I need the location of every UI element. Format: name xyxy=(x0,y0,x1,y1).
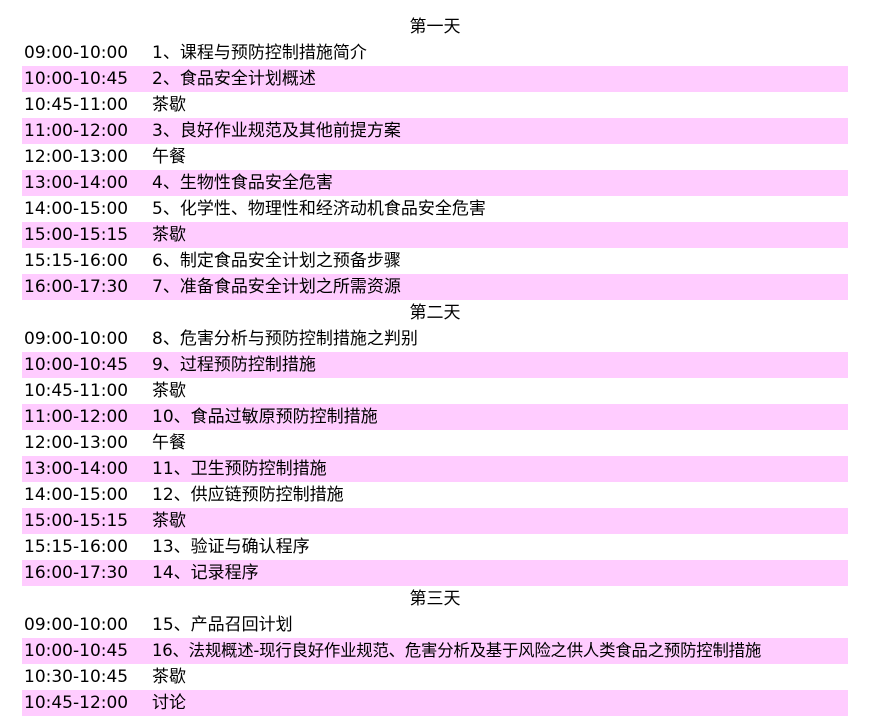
schedule-row: 13:00-14:00 4、生物性食品安全危害 xyxy=(22,170,848,196)
time-slot: 10:00-10:45 xyxy=(24,641,129,661)
session-topic: 13、验证与确认程序 xyxy=(152,537,310,557)
schedule-row: 13:00-14:00 11、卫生预防控制措施 xyxy=(22,456,848,482)
schedule-row: 10:00-10:45 9、过程预防控制措施 xyxy=(22,352,848,378)
schedule-row: 14:00-15:00 12、供应链预防控制措施 xyxy=(22,482,848,508)
schedule-row: 15:15-16:00 6、制定食品安全计划之预备步骤 xyxy=(22,248,848,274)
session-topic: 15、产品召回计划 xyxy=(152,615,293,635)
time-slot: 10:30-10:45 xyxy=(24,667,129,687)
schedule-row: 10:45-11:00 茶歇 xyxy=(22,92,848,118)
time-slot: 15:00-15:15 xyxy=(24,511,129,531)
schedule-row: 15:00-15:15 茶歇 xyxy=(22,222,848,248)
time-slot: 15:15-16:00 xyxy=(24,251,129,271)
day-2-title: 第二天 xyxy=(409,303,461,323)
schedule-row: 15:15-16:00 13、验证与确认程序 xyxy=(22,534,848,560)
time-slot: 10:00-10:45 xyxy=(24,69,129,89)
time-slot: 16:00-17:30 xyxy=(24,277,129,297)
session-topic: 茶歇 xyxy=(152,95,186,115)
time-slot: 11:00-12:00 xyxy=(24,407,129,427)
schedule-row: 16:00-17:30 7、准备食品安全计划之所需资源 xyxy=(22,274,848,300)
session-topic: 5、化学性、物理性和经济动机食品安全危害 xyxy=(152,199,486,219)
schedule-row: 11:00-12:00 10、食品过敏原预防控制措施 xyxy=(22,404,848,430)
day-1-title: 第一天 xyxy=(409,17,461,37)
time-slot: 10:45-11:00 xyxy=(24,95,129,115)
session-topic: 6、制定食品安全计划之预备步骤 xyxy=(152,251,401,271)
time-slot: 15:15-16:00 xyxy=(24,537,129,557)
schedule-row: 10:30-10:45 茶歇 xyxy=(22,664,848,690)
time-slot: 12:00-13:00 xyxy=(24,433,129,453)
training-schedule: 第一天 09:00-10:00 1、课程与预防控制措施简介 10:00-10:4… xyxy=(0,0,879,718)
session-topic: 16、法规概述-现行良好作业规范、危害分析及基于风险之供人类食品之预防控制措施 xyxy=(152,641,762,660)
session-topic: 9、过程预防控制措施 xyxy=(152,355,316,375)
session-topic: 12、供应链预防控制措施 xyxy=(152,485,344,505)
session-topic: 讨论 xyxy=(152,693,186,713)
day-3-title: 第三天 xyxy=(409,589,461,609)
schedule-row: 10:45-11:00 茶歇 xyxy=(22,378,848,404)
session-topic: 茶歇 xyxy=(152,225,186,245)
time-slot: 16:00-17:30 xyxy=(24,563,129,583)
schedule-row: 12:00-13:00 午餐 xyxy=(22,144,848,170)
session-topic: 1、课程与预防控制措施简介 xyxy=(152,43,367,63)
time-slot: 10:45-11:00 xyxy=(24,381,129,401)
schedule-row: 10:00-10:45 16、法规概述-现行良好作业规范、危害分析及基于风险之供… xyxy=(22,638,848,664)
session-topic: 10、食品过敏原预防控制措施 xyxy=(152,407,378,427)
schedule-row: 09:00-10:00 8、危害分析与预防控制措施之判别 xyxy=(22,326,848,352)
time-slot: 14:00-15:00 xyxy=(24,485,129,505)
schedule-row: 09:00-10:00 1、课程与预防控制措施简介 xyxy=(22,40,848,66)
session-topic: 午餐 xyxy=(152,147,186,167)
session-topic: 茶歇 xyxy=(152,511,186,531)
time-slot: 09:00-10:00 xyxy=(24,615,129,635)
session-topic: 茶歇 xyxy=(152,667,186,687)
schedule-row: 14:00-15:00 5、化学性、物理性和经济动机食品安全危害 xyxy=(22,196,848,222)
session-topic: 午餐 xyxy=(152,433,186,453)
time-slot: 11:00-12:00 xyxy=(24,121,129,141)
session-topic: 11、卫生预防控制措施 xyxy=(152,459,327,479)
session-topic: 14、记录程序 xyxy=(152,563,259,583)
time-slot: 09:00-10:00 xyxy=(24,329,129,349)
time-slot: 14:00-15:00 xyxy=(24,199,129,219)
session-topic: 8、危害分析与预防控制措施之判别 xyxy=(152,329,418,349)
time-slot: 13:00-14:00 xyxy=(24,173,129,193)
time-slot: 12:00-13:00 xyxy=(24,147,129,167)
schedule-row: 11:00-12:00 3、良好作业规范及其他前提方案 xyxy=(22,118,848,144)
time-slot: 10:45-12:00 xyxy=(24,693,129,713)
time-slot: 09:00-10:00 xyxy=(24,43,129,63)
session-topic: 茶歇 xyxy=(152,381,186,401)
schedule-row: 10:00-10:45 2、食品安全计划概述 xyxy=(22,66,848,92)
time-slot: 15:00-15:15 xyxy=(24,225,129,245)
session-topic: 2、食品安全计划概述 xyxy=(152,69,316,89)
session-topic: 4、生物性食品安全危害 xyxy=(152,173,333,193)
schedule-row: 15:00-15:15 茶歇 xyxy=(22,508,848,534)
session-topic: 7、准备食品安全计划之所需资源 xyxy=(152,277,401,297)
schedule-row: 12:00-13:00 午餐 xyxy=(22,430,848,456)
session-topic: 3、良好作业规范及其他前提方案 xyxy=(152,121,401,141)
time-slot: 10:00-10:45 xyxy=(24,355,129,375)
time-slot: 13:00-14:00 xyxy=(24,459,129,479)
schedule-row: 16:00-17:30 14、记录程序 xyxy=(22,560,848,586)
schedule-row: 09:00-10:00 15、产品召回计划 xyxy=(22,612,848,638)
schedule-row: 10:45-12:00 讨论 xyxy=(22,690,848,716)
